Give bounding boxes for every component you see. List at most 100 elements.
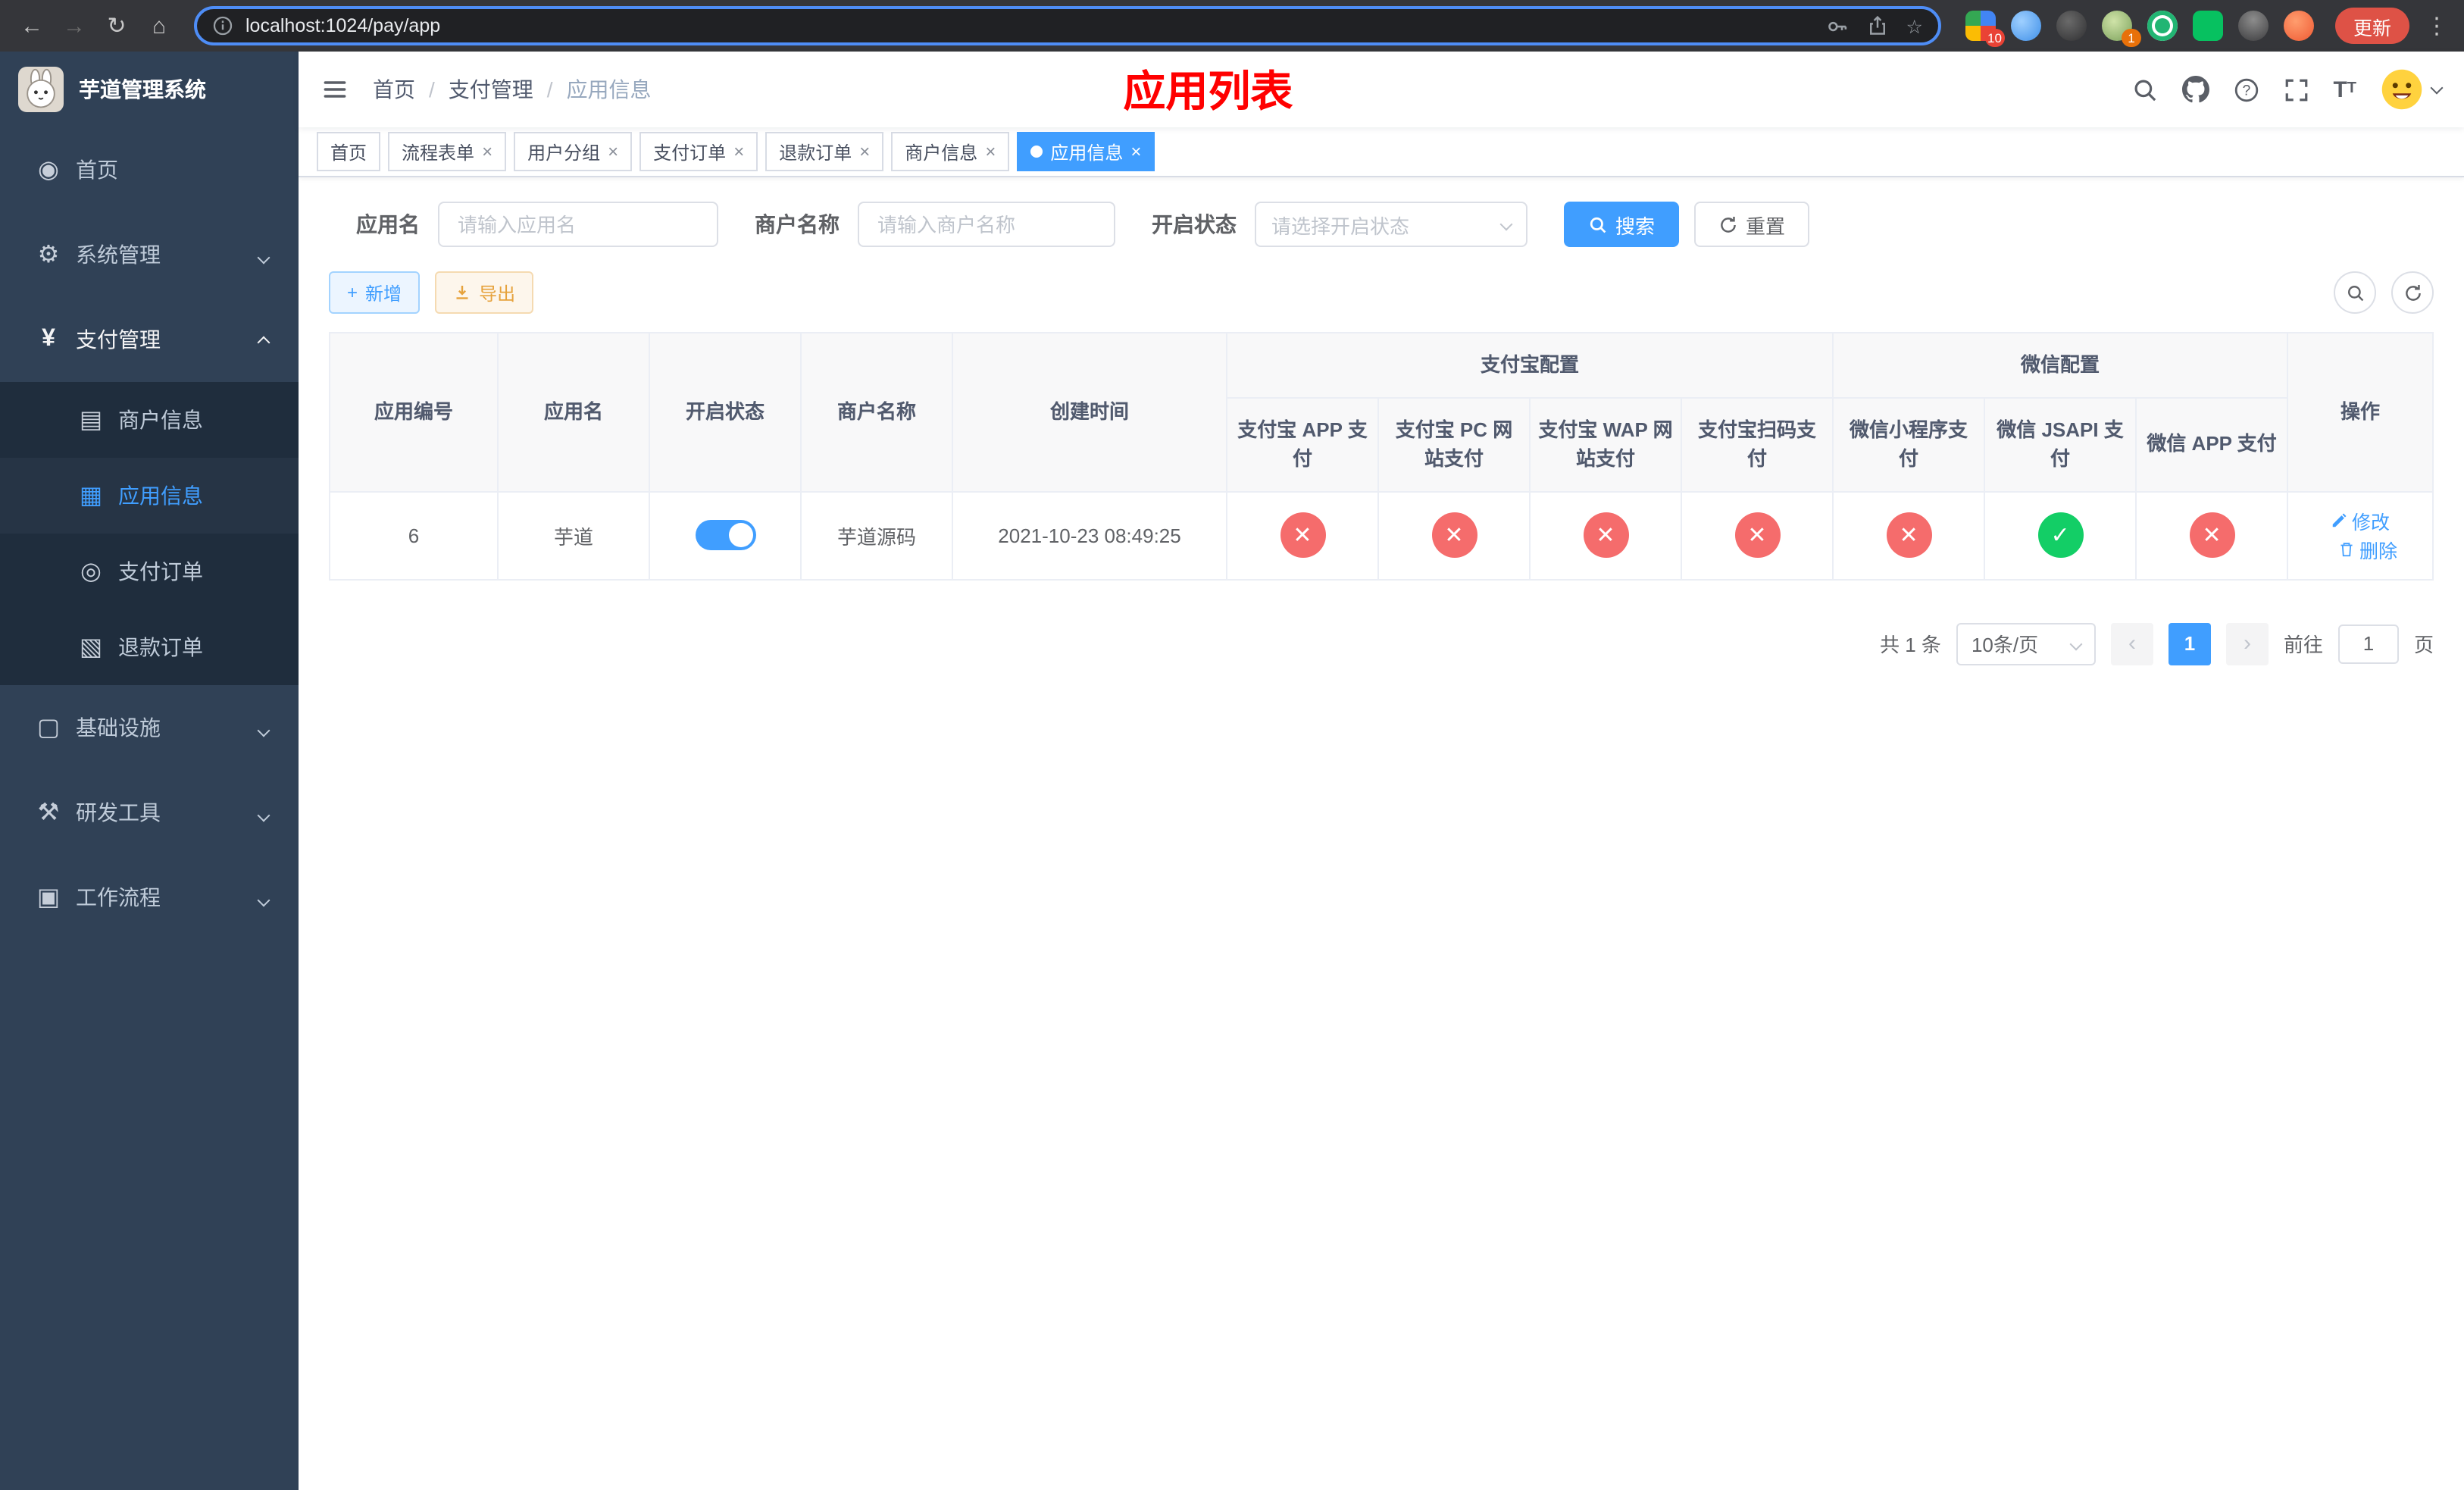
hamburger-icon[interactable]: [321, 76, 349, 103]
fullscreen-icon[interactable]: [2283, 77, 2309, 102]
col-created: 创建时间: [952, 332, 1227, 492]
extension-icon-4[interactable]: 1: [2101, 11, 2141, 47]
col-actions: 操作: [2287, 332, 2434, 492]
extension-icon-2[interactable]: [2010, 11, 2041, 41]
add-button[interactable]: + 新增: [329, 271, 421, 314]
refresh-button[interactable]: [2391, 271, 2434, 314]
browser-menu-icon[interactable]: ⋮: [2422, 12, 2452, 39]
tab-home[interactable]: 首页: [317, 132, 381, 171]
gear-icon: ⚙: [37, 243, 60, 268]
sidebar-item-home[interactable]: ◉ 首页: [0, 127, 299, 212]
chevron-down-icon: [2069, 637, 2083, 650]
pagination-total: 共 1 条: [1880, 634, 1941, 656]
tab-app-info[interactable]: 应用信息 ×: [1017, 132, 1155, 171]
close-icon[interactable]: ×: [733, 142, 744, 161]
sidebar-item-dev-tools[interactable]: ⚒ 研发工具: [0, 770, 299, 855]
url-text[interactable]: localhost:1024/pay/app: [245, 15, 440, 36]
reset-button-label: 重置: [1746, 214, 1786, 237]
app-shell: 芋道管理系统 ◉ 首页 ⚙ 系统管理 ¥ 支付管理 ▤ 商户信息 ▦ 应用信息 …: [0, 52, 2464, 1490]
payment-submenu: ▤ 商户信息 ▦ 应用信息 ◎ 支付订单 ▧ 退款订单: [0, 382, 299, 685]
tab-process-form[interactable]: 流程表单 ×: [388, 132, 507, 171]
browser-back-icon[interactable]: ←: [12, 6, 52, 45]
extension-icon-7[interactable]: [2237, 11, 2269, 41]
export-button[interactable]: 导出: [435, 271, 534, 314]
col-app-id: 应用编号: [329, 332, 499, 492]
edit-link[interactable]: 修改: [2331, 506, 2390, 535]
tab-refund-order[interactable]: 退款订单 ×: [765, 132, 884, 171]
next-page-button[interactable]: ›: [2225, 622, 2269, 665]
sidebar-item-app-info[interactable]: ▦ 应用信息: [0, 458, 299, 534]
tab-label: 应用信息: [1050, 142, 1124, 163]
col-alipay-qr: 支付宝扫码支付: [1680, 396, 1834, 492]
goto-page-input[interactable]: [2337, 624, 2399, 663]
delete-link[interactable]: 删除: [2338, 535, 2397, 564]
page-title: 应用列表: [1123, 68, 1293, 115]
search-icon[interactable]: [2131, 77, 2157, 102]
extension-icon-3[interactable]: [2056, 11, 2087, 41]
app-name-input[interactable]: [438, 202, 718, 247]
extension-icon-6[interactable]: [2192, 11, 2223, 41]
extension-icon-5[interactable]: [2147, 11, 2178, 41]
browser-update-button[interactable]: 更新: [2334, 8, 2409, 44]
reset-button[interactable]: 重置: [1694, 202, 1810, 247]
app-table: 应用编号 应用名 开启状态 商户名称 创建时间 支付宝配置 微信配置 操作 支付…: [329, 332, 2434, 580]
extension-icon-8[interactable]: [2283, 11, 2314, 41]
browser-home-icon[interactable]: ⌂: [139, 6, 179, 45]
breadcrumb-separator: /: [546, 77, 553, 102]
share-icon[interactable]: [1867, 15, 1888, 36]
prev-page-button[interactable]: ‹: [2110, 622, 2153, 665]
tab-label: 商户信息: [905, 142, 978, 163]
bookmark-star-icon[interactable]: ☆: [1906, 14, 1923, 37]
cell-alipay-app: ✕: [1226, 490, 1379, 580]
workflow-icon: ▣: [36, 885, 61, 911]
sidebar-item-refund-order[interactable]: ▧ 退款订单: [0, 609, 299, 685]
close-icon[interactable]: ×: [859, 142, 870, 161]
browser-forward-icon[interactable]: →: [55, 6, 94, 45]
table-tools: [2334, 271, 2434, 314]
help-icon[interactable]: ?: [2233, 77, 2259, 102]
status-cross-icon: ✕: [1431, 512, 1477, 558]
close-icon[interactable]: ×: [985, 142, 996, 161]
sidebar-item-pay-order[interactable]: ◎ 支付订单: [0, 534, 299, 609]
chevron-up-icon: [257, 327, 270, 352]
close-icon[interactable]: ×: [1130, 142, 1141, 161]
sidebar: 芋道管理系统 ◉ 首页 ⚙ 系统管理 ¥ 支付管理 ▤ 商户信息 ▦ 应用信息 …: [0, 52, 299, 1490]
font-size-icon[interactable]: TT: [2333, 78, 2356, 101]
pagination: 共 1 条 10条/页 ‹ 1 › 前往 页: [329, 622, 2434, 665]
tab-user-group[interactable]: 用户分组 ×: [514, 132, 633, 171]
credit-card-icon: ▤: [79, 408, 103, 434]
sidebar-item-payment[interactable]: ¥ 支付管理: [0, 297, 299, 382]
chevron-down-icon: [257, 800, 270, 825]
tab-label: 首页: [330, 142, 367, 163]
sidebar-item-workflow[interactable]: ▣ 工作流程: [0, 855, 299, 940]
goto-prefix: 前往: [2283, 634, 2323, 656]
breadcrumb-home[interactable]: 首页: [373, 74, 415, 105]
address-bar[interactable]: localhost:1024/pay/app ☆: [194, 6, 1941, 45]
search-button[interactable]: 搜索: [1564, 202, 1680, 247]
tab-pay-order[interactable]: 支付订单 ×: [639, 132, 758, 171]
sidebar-item-merchant-info[interactable]: ▤ 商户信息: [0, 382, 299, 458]
password-key-icon[interactable]: [1826, 14, 1849, 37]
status-toggle[interactable]: [695, 520, 755, 550]
extension-icon-1[interactable]: 10: [1965, 11, 2005, 47]
site-info-icon[interactable]: [212, 15, 233, 36]
browser-reload-icon[interactable]: ↻: [97, 6, 136, 45]
close-icon[interactable]: ×: [482, 142, 492, 161]
page-size-select[interactable]: 10条/页: [1956, 622, 2096, 665]
merchant-name-input[interactable]: [858, 202, 1115, 247]
sidebar-item-system[interactable]: ⚙ 系统管理: [0, 212, 299, 297]
refund-doc-icon: ▧: [79, 635, 103, 661]
github-icon[interactable]: [2181, 76, 2209, 103]
sidebar-logo[interactable]: 芋道管理系统: [0, 52, 299, 127]
close-icon[interactable]: ×: [608, 142, 618, 161]
breadcrumb-payment[interactable]: 支付管理: [449, 74, 533, 105]
sidebar-item-infrastructure[interactable]: ▢ 基础设施: [0, 685, 299, 770]
page-1-button[interactable]: 1: [2168, 622, 2211, 665]
tab-merchant-info[interactable]: 商户信息 ×: [891, 132, 1010, 171]
user-menu[interactable]: [2381, 68, 2444, 111]
status-select[interactable]: 请选择开启状态: [1255, 202, 1527, 247]
toggle-search-button[interactable]: [2334, 271, 2376, 314]
top-navbar: 首页 / 支付管理 / 应用信息 应用列表 ? T T: [299, 52, 2464, 127]
omnibox-actions: ☆: [1826, 14, 1923, 37]
tab-label: 支付订单: [653, 142, 727, 163]
